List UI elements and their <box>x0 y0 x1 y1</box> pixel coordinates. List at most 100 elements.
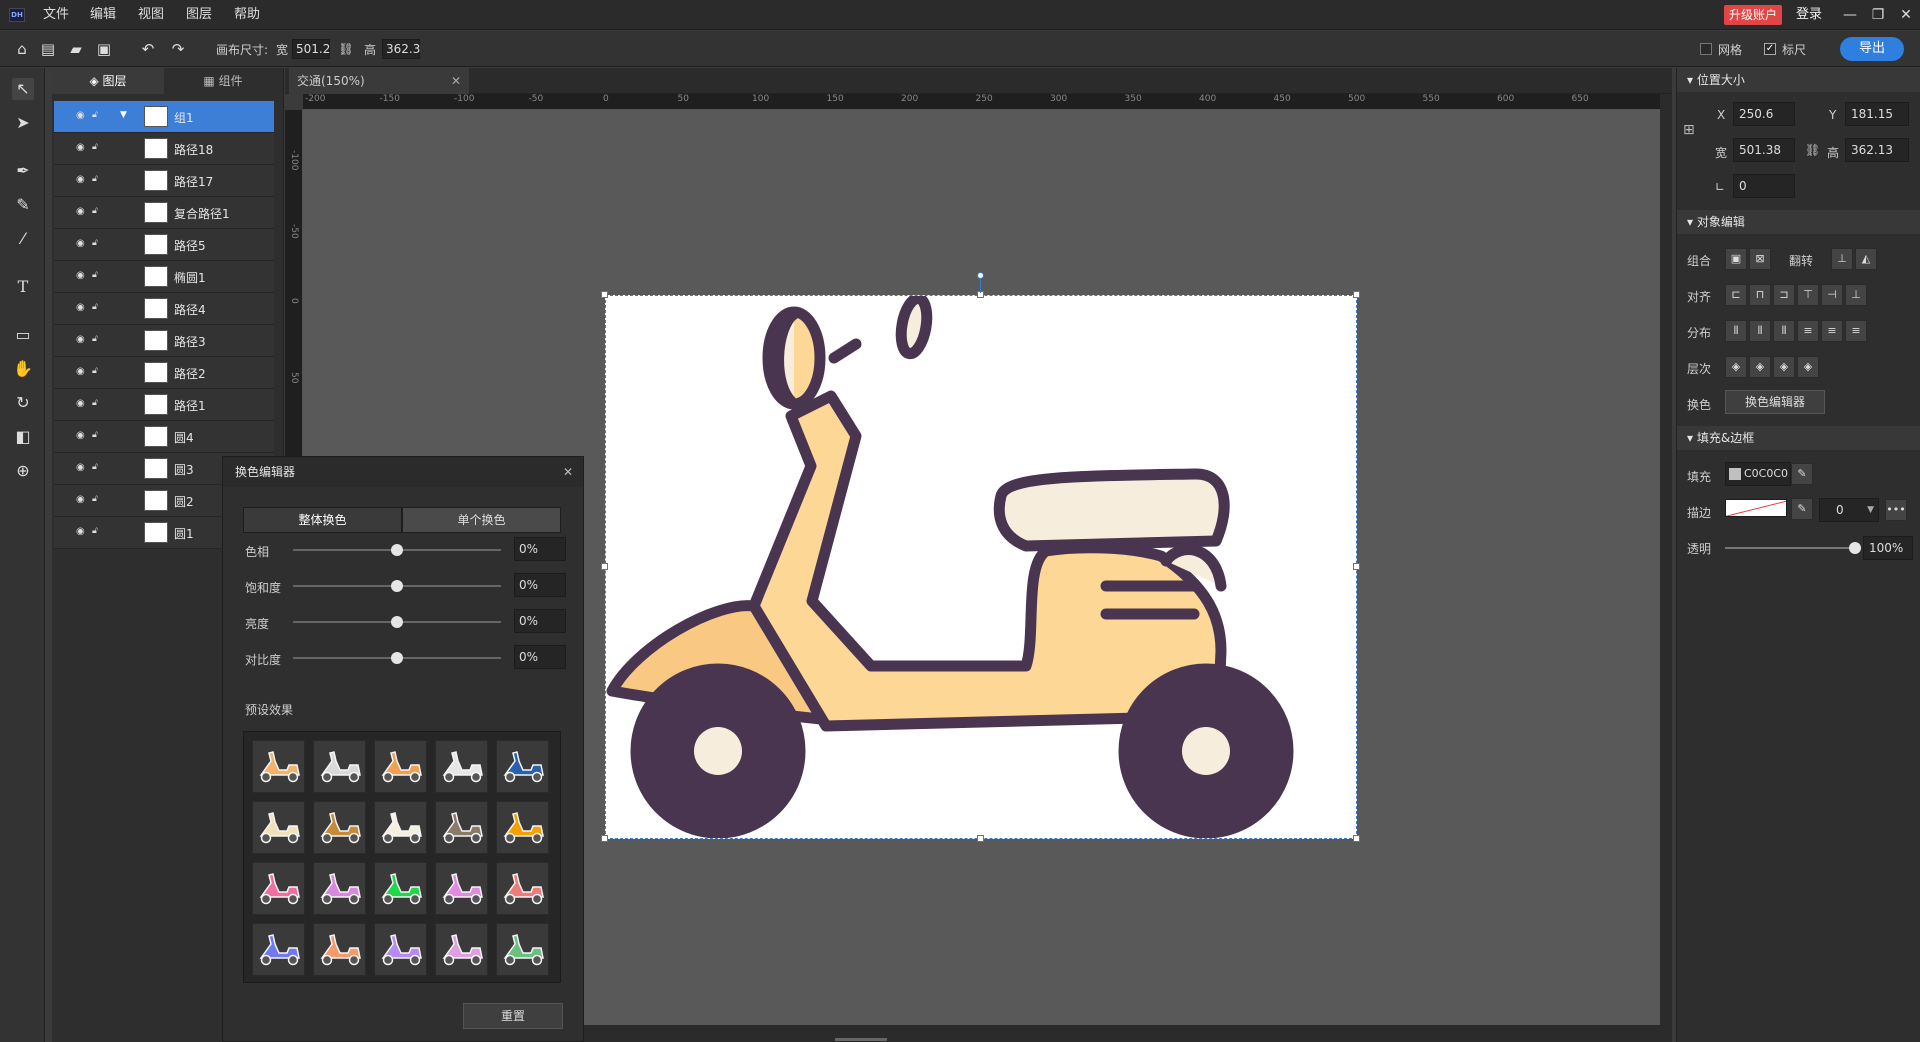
visibility-eye-icon[interactable]: ◉ <box>76 366 88 377</box>
visibility-eye-icon[interactable]: ◉ <box>76 526 88 537</box>
preset-thumbnail[interactable] <box>496 862 549 915</box>
preset-thumbnail[interactable] <box>496 801 549 854</box>
lock-icon[interactable]: 🔓︎ <box>92 270 104 280</box>
visibility-eye-icon[interactable]: ◉ <box>76 206 88 217</box>
document-tab[interactable]: 交通(150%) ✕ <box>289 68 469 94</box>
h-input[interactable]: 362.13 <box>1845 138 1909 162</box>
send-to-back-icon[interactable]: ◈ <box>1797 356 1819 378</box>
stroke-width-input[interactable]: 0 ▼ <box>1819 498 1879 522</box>
lock-icon[interactable]: 🔓︎ <box>92 110 104 120</box>
stroke-dropdown-icon[interactable]: ▼ <box>1867 499 1874 521</box>
x-input[interactable]: 250.6 <box>1733 102 1795 126</box>
scroll-thumb[interactable] <box>835 1038 887 1041</box>
layer-row[interactable]: ◉ 🔓︎ 路径4 <box>54 293 274 325</box>
new-file-icon[interactable]: ▤ <box>38 39 58 59</box>
undo-icon[interactable]: ↶ <box>138 39 158 59</box>
preset-thumbnail[interactable] <box>496 923 549 976</box>
visibility-eye-icon[interactable]: ◉ <box>76 302 88 313</box>
redo-icon[interactable]: ↷ <box>168 39 188 59</box>
layer-row[interactable]: ◉ 🔓︎ 复合路径1 <box>54 197 274 229</box>
slider-knob[interactable] <box>391 616 403 628</box>
tab-components[interactable]: ▦ 组件 <box>164 68 282 94</box>
slider-value-input[interactable]: 0% <box>514 609 566 633</box>
anchor-grid-icon[interactable]: ⊞ <box>1683 122 1703 142</box>
visibility-eye-icon[interactable]: ◉ <box>76 110 88 121</box>
slider-knob[interactable] <box>391 652 403 664</box>
flip-horizontal-icon[interactable]: ◭ <box>1855 248 1877 270</box>
layer-row[interactable]: ◉ 🔓︎ 路径2 <box>54 357 274 389</box>
menu-file[interactable]: 文件 <box>43 0 69 30</box>
expand-arrow-icon[interactable]: ▼ <box>120 110 127 120</box>
distribute-right-icon[interactable]: ⫴ <box>1773 320 1795 342</box>
rotate-tool-icon[interactable]: ↻ <box>12 392 34 414</box>
handle-e[interactable] <box>1353 563 1360 570</box>
anchor-pen-tool-icon[interactable]: ✎ <box>12 194 34 216</box>
handle-s[interactable] <box>977 835 984 842</box>
hand-tool-icon[interactable]: ✋ <box>12 358 34 380</box>
w-input[interactable]: 501.38 <box>1733 138 1795 162</box>
preset-thumbnail[interactable] <box>435 801 488 854</box>
fill-eyedropper-icon[interactable]: ✎ <box>1791 463 1813 485</box>
brush-tool-icon[interactable]: ⁄ <box>12 228 34 250</box>
select-tool-icon[interactable]: ↖ <box>12 78 34 100</box>
slider-value-input[interactable]: 0% <box>514 573 566 597</box>
more-options-icon[interactable]: ••• <box>1885 499 1907 521</box>
lock-icon[interactable]: 🔓︎ <box>92 238 104 248</box>
lock-icon[interactable]: 🔓︎ <box>92 366 104 376</box>
lock-icon[interactable]: 🔓︎ <box>92 142 104 152</box>
rectangle-tool-icon[interactable]: ▭ <box>12 324 34 346</box>
preset-thumbnail[interactable] <box>374 801 427 854</box>
distribute-hcenter-icon[interactable]: ⫴ <box>1749 320 1771 342</box>
visibility-eye-icon[interactable]: ◉ <box>76 174 88 185</box>
minimize-icon[interactable]: — <box>1836 0 1864 30</box>
upgrade-account-button[interactable]: 升级账户 <box>1724 5 1782 25</box>
dialog-close-icon[interactable]: ✕ <box>563 457 573 487</box>
layer-row[interactable]: ◉ 🔓︎ 路径3 <box>54 325 274 357</box>
distribute-vcenter-icon[interactable]: ≡ <box>1821 320 1843 342</box>
slider-knob[interactable] <box>391 544 403 556</box>
vertical-scrollbar[interactable] <box>1660 94 1672 1025</box>
layer-row[interactable]: ◉ 🔓︎ 路径18 <box>54 133 274 165</box>
lock-icon[interactable]: 🔓︎ <box>92 430 104 440</box>
preset-thumbnail[interactable] <box>252 740 305 793</box>
visibility-eye-icon[interactable]: ◉ <box>76 238 88 249</box>
login-button[interactable]: 登录 <box>1796 0 1822 30</box>
handle-w[interactable] <box>601 563 608 570</box>
bring-to-front-icon[interactable]: ◈ <box>1725 356 1747 378</box>
align-middle-icon[interactable]: ⊣ <box>1821 284 1843 306</box>
canvas-height-input[interactable]: 362.3 <box>382 39 420 59</box>
layer-row[interactable]: ◉ 🔓︎ 路径1 <box>54 389 274 421</box>
slider-knob[interactable] <box>391 580 403 592</box>
tab-single-recolor[interactable]: 单个换色 <box>402 507 561 533</box>
preset-thumbnail[interactable] <box>435 862 488 915</box>
preset-thumbnail[interactable] <box>252 923 305 976</box>
link-ratio-icon[interactable]: ⛓ <box>336 39 356 59</box>
angle-input[interactable]: 0 <box>1733 174 1795 198</box>
menu-view[interactable]: 视图 <box>138 0 164 30</box>
lock-icon[interactable]: 🔓︎ <box>92 526 104 536</box>
lock-icon[interactable]: 🔓︎ <box>92 302 104 312</box>
slider-value-input[interactable]: 0% <box>514 537 566 561</box>
preset-thumbnail[interactable] <box>374 923 427 976</box>
handle-nw[interactable] <box>601 291 608 298</box>
handle-se[interactable] <box>1353 835 1360 842</box>
distribute-top-icon[interactable]: ≡ <box>1797 320 1819 342</box>
layer-row[interactable]: ◉ 🔓︎ 路径5 <box>54 229 274 261</box>
close-window-icon[interactable]: ✕ <box>1892 0 1920 30</box>
ungroup-icon[interactable]: ⊠ <box>1749 248 1771 270</box>
open-folder-icon[interactable]: ▰ <box>66 39 86 59</box>
preset-thumbnail[interactable] <box>435 923 488 976</box>
ruler-checkbox[interactable]: ✓ <box>1764 43 1776 55</box>
lock-icon[interactable]: 🔓︎ <box>92 462 104 472</box>
preset-thumbnail[interactable] <box>252 801 305 854</box>
lock-icon[interactable]: 🔓︎ <box>92 398 104 408</box>
pen-tool-icon[interactable]: ✒ <box>12 160 34 182</box>
menu-layer[interactable]: 图层 <box>186 0 212 30</box>
fill-border-header[interactable]: ▾ 填充&边框 <box>1677 426 1920 450</box>
preset-thumbnail[interactable] <box>496 740 549 793</box>
visibility-eye-icon[interactable]: ◉ <box>76 398 88 409</box>
canvas-width-input[interactable]: 501.2 <box>292 39 330 59</box>
layer-row[interactable]: ◉ 🔓︎ 圆4 <box>54 421 274 453</box>
text-tool-icon[interactable]: T <box>12 276 34 298</box>
scooter-illustration[interactable] <box>606 292 1356 839</box>
